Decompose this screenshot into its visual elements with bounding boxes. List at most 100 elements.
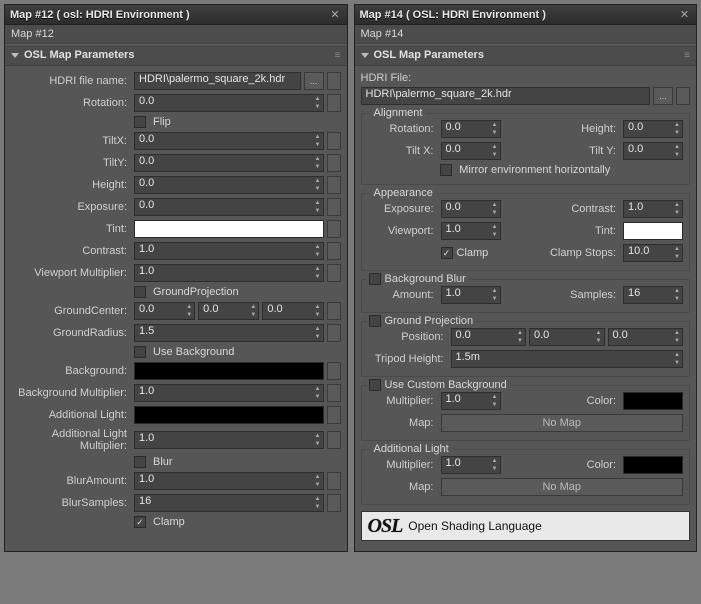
clampstops-spinner[interactable]: 10.0▲▼ bbox=[623, 244, 683, 262]
map-slot[interactable] bbox=[327, 324, 341, 342]
map-slot[interactable] bbox=[327, 406, 341, 424]
addlight-map-slot[interactable]: No Map bbox=[441, 478, 684, 496]
map-name-field[interactable]: Map #12 bbox=[5, 25, 347, 44]
clamp-checkbox[interactable] bbox=[441, 247, 453, 259]
map-slot[interactable] bbox=[327, 220, 341, 238]
map-slot[interactable] bbox=[327, 72, 341, 90]
map-slot[interactable] bbox=[327, 94, 341, 112]
tiltx-spinner[interactable]: 0.0▲▼ bbox=[441, 142, 501, 160]
map-slot[interactable] bbox=[327, 132, 341, 150]
close-icon[interactable]: ✕ bbox=[329, 8, 342, 21]
bgblur-label: Background Blur bbox=[385, 273, 466, 285]
amount-spinner[interactable]: 1.0▲▼ bbox=[441, 286, 501, 304]
blursamples-label: BlurSamples: bbox=[11, 497, 131, 509]
map-slot[interactable] bbox=[327, 494, 341, 512]
tiltx-label: Tilt X: bbox=[368, 145, 438, 157]
groundproj-checkbox[interactable] bbox=[134, 286, 146, 298]
addlightmult-spinner[interactable]: 1.0▲▼ bbox=[134, 431, 324, 449]
section-header-osl[interactable]: OSL Map Parameters ≡ bbox=[5, 44, 347, 66]
map-label: Map: bbox=[368, 481, 438, 493]
tilty-label: TiltY: bbox=[11, 157, 131, 169]
browse-button[interactable]: ... bbox=[304, 72, 324, 90]
clamp-checkbox[interactable] bbox=[134, 516, 146, 528]
rotation-spinner[interactable]: 0.0▲▼ bbox=[134, 94, 324, 112]
contrast-spinner[interactable]: 1.0▲▼ bbox=[623, 200, 683, 218]
browse-button[interactable]: ... bbox=[653, 87, 673, 105]
titlebar-right[interactable]: Map #14 ( OSL: HDRI Environment ) ✕ bbox=[355, 5, 697, 25]
tint-swatch[interactable] bbox=[134, 220, 324, 238]
viewport-spinner[interactable]: 1.0▲▼ bbox=[134, 264, 324, 282]
exposure-spinner[interactable]: 0.0▲▼ bbox=[441, 200, 501, 218]
map-slot[interactable] bbox=[327, 384, 341, 402]
pos-y-spinner[interactable]: 0.0▲▼ bbox=[529, 328, 605, 346]
height-spinner[interactable]: 0.0▲▼ bbox=[623, 120, 683, 138]
map-slot[interactable] bbox=[676, 87, 690, 105]
map-slot[interactable] bbox=[327, 198, 341, 216]
background-swatch[interactable] bbox=[134, 362, 324, 380]
groundradius-spinner[interactable]: 1.5▲▼ bbox=[134, 324, 324, 342]
custombg-checkbox[interactable] bbox=[369, 379, 381, 391]
pos-z-spinner[interactable]: 0.0▲▼ bbox=[608, 328, 684, 346]
map-slot[interactable] bbox=[327, 362, 341, 380]
group-alignment: Alignment Rotation: 0.0▲▼ Height: 0.0▲▼ … bbox=[361, 113, 691, 185]
viewport-spinner[interactable]: 1.0▲▼ bbox=[441, 222, 501, 240]
group-ground-projection: Ground Projection Position: 0.0▲▼ 0.0▲▼ … bbox=[361, 321, 691, 377]
custombg-color-swatch[interactable] bbox=[623, 392, 683, 410]
hdri-file-input[interactable]: HDRI\palermo_square_2k.hdr bbox=[361, 87, 651, 105]
usebg-checkbox[interactable] bbox=[134, 346, 146, 358]
addlight-swatch[interactable] bbox=[134, 406, 324, 424]
custombg-map-slot[interactable]: No Map bbox=[441, 414, 684, 432]
samples-spinner[interactable]: 16▲▼ bbox=[623, 286, 683, 304]
close-icon[interactable]: ✕ bbox=[678, 8, 691, 21]
map-slot[interactable] bbox=[327, 302, 341, 320]
section-header-osl[interactable]: OSL Map Parameters ≡ bbox=[355, 44, 697, 66]
window-title: Map #12 ( osl: HDRI Environment ) bbox=[10, 9, 329, 21]
addlight-color-swatch[interactable] bbox=[623, 456, 683, 474]
height-spinner[interactable]: 0.0▲▼ bbox=[134, 176, 324, 194]
map-slot[interactable] bbox=[327, 264, 341, 282]
bgmult-spinner[interactable]: 1.0▲▼ bbox=[134, 384, 324, 402]
titlebar-left[interactable]: Map #12 ( osl: HDRI Environment ) ✕ bbox=[5, 5, 347, 25]
exposure-spinner[interactable]: 0.0▲▼ bbox=[134, 198, 324, 216]
tint-label: Tint: bbox=[11, 223, 131, 235]
tilty-spinner[interactable]: 0.0▲▼ bbox=[134, 154, 324, 172]
map-slot[interactable] bbox=[327, 242, 341, 260]
tripod-label: Tripod Height: bbox=[368, 353, 448, 365]
groundproj-checkbox[interactable] bbox=[369, 315, 381, 327]
groundcenter-z-spinner[interactable]: 0.0▲▼ bbox=[262, 302, 323, 320]
section-title: OSL Map Parameters bbox=[24, 49, 134, 61]
contrast-spinner[interactable]: 1.0▲▼ bbox=[134, 242, 324, 260]
hdri-file-input[interactable]: HDRI\palermo_square_2k.hdr bbox=[134, 72, 301, 90]
custombg-label: Use Custom Background bbox=[385, 379, 507, 391]
tripod-spinner[interactable]: 1.5m▲▼ bbox=[451, 350, 684, 368]
custombg-mult-spinner[interactable]: 1.0▲▼ bbox=[441, 392, 501, 410]
group-custom-background: Use Custom Background Multiplier: 1.0▲▼ … bbox=[361, 385, 691, 441]
addlight-mult-spinner[interactable]: 1.0▲▼ bbox=[441, 456, 501, 474]
blur-checkbox[interactable] bbox=[134, 456, 146, 468]
pos-x-spinner[interactable]: 0.0▲▼ bbox=[451, 328, 527, 346]
map-slot[interactable] bbox=[327, 472, 341, 490]
map-slot[interactable] bbox=[327, 154, 341, 172]
bluramount-spinner[interactable]: 1.0▲▼ bbox=[134, 472, 324, 490]
blursamples-spinner[interactable]: 16▲▼ bbox=[134, 494, 324, 512]
bgblur-checkbox[interactable] bbox=[369, 273, 381, 285]
tint-swatch[interactable] bbox=[623, 222, 683, 240]
flip-checkbox[interactable] bbox=[134, 116, 146, 128]
addlight-label: Additional Light: bbox=[11, 409, 131, 421]
map-slot[interactable] bbox=[327, 176, 341, 194]
map-slot[interactable] bbox=[327, 431, 341, 449]
group-background-blur: Background Blur Amount: 1.0▲▼ Samples: 1… bbox=[361, 279, 691, 313]
usebg-label: Use Background bbox=[153, 346, 234, 358]
groundradius-label: GroundRadius: bbox=[11, 327, 131, 339]
tiltx-spinner[interactable]: 0.0▲▼ bbox=[134, 132, 324, 150]
rotation-spinner[interactable]: 0.0▲▼ bbox=[441, 120, 501, 138]
groundcenter-x-spinner[interactable]: 0.0▲▼ bbox=[134, 302, 195, 320]
map-name-field[interactable]: Map #14 bbox=[355, 25, 697, 44]
groundcenter-y-spinner[interactable]: 0.0▲▼ bbox=[198, 302, 259, 320]
samples-label: Samples: bbox=[504, 289, 621, 301]
section-menu-icon[interactable]: ≡ bbox=[684, 50, 690, 61]
tilty-spinner[interactable]: 0.0▲▼ bbox=[623, 142, 683, 160]
mirror-checkbox[interactable] bbox=[440, 164, 452, 176]
section-menu-icon[interactable]: ≡ bbox=[335, 50, 341, 61]
osl-tagline: Open Shading Language bbox=[408, 519, 541, 533]
